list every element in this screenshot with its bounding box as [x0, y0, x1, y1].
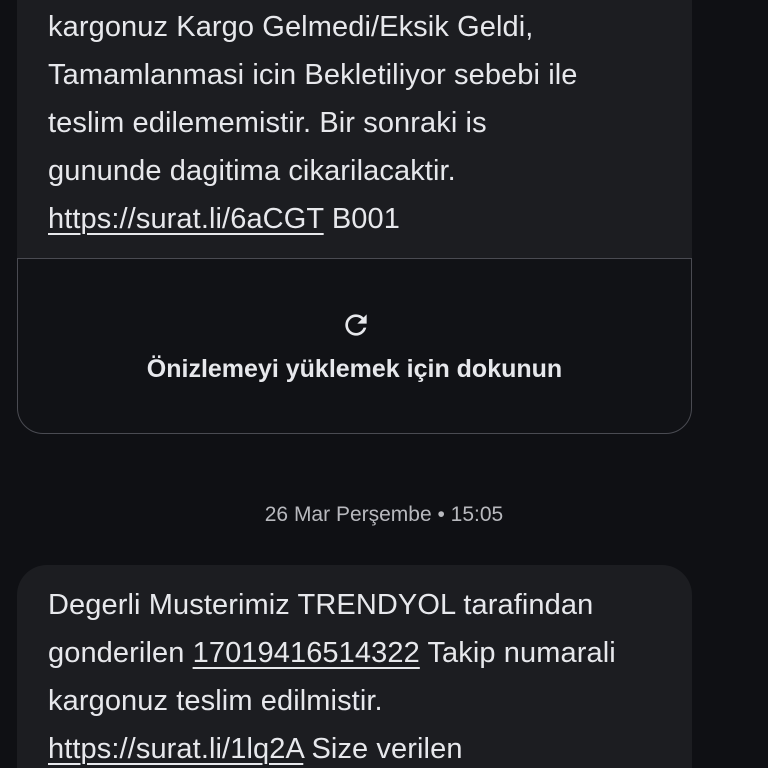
message-line: teslim edilememistir. Bir sonraki is — [48, 107, 487, 139]
message-bubble-bottom[interactable]: Degerli Musterimiz TRENDYOL tarafindan g… — [17, 565, 692, 768]
message-timestamp: 26 Mar Perşembe • 15:05 — [264, 503, 504, 526]
message-text-bottom: Degerli Musterimiz TRENDYOL tarafindan g… — [48, 581, 672, 768]
message-line: Degerli Musterimiz TRENDYOL tarafindan — [48, 589, 594, 621]
message-line: gonderilen 17019416514322 Takip numarali — [48, 629, 672, 677]
message-line: gununde dagitima cikarilacaktir. — [48, 155, 456, 187]
refresh-icon — [345, 314, 367, 336]
message-line: Tamamlanmasi icin Bekletiliyor sebebi il… — [48, 59, 578, 91]
message-link-top[interactable]: https://surat.li/6aCGT — [48, 203, 324, 235]
tracking-number-link[interactable]: 17019416514322 — [193, 637, 420, 669]
message-code: B001 — [323, 203, 400, 235]
message-fragment: Size verilen — [303, 733, 463, 765]
message-fragment: Takip numarali — [419, 637, 616, 669]
preview-load-label: Önizlemeyi yüklemek için dokunun — [146, 355, 563, 383]
message-fragment: gonderilen — [48, 637, 193, 669]
message-line: kargonuz Kargo Gelmedi/Eksik Geldi, — [48, 11, 534, 43]
message-link-bottom[interactable]: https://surat.li/1lq2A — [48, 733, 303, 765]
message-line: kargonuz teslim edilmistir. — [48, 685, 383, 717]
message-line: https://surat.li/6aCGT B001 — [48, 195, 672, 243]
message-bubble-top[interactable]: kargonuz Kargo Gelmedi/Eksik Geldi, Tama… — [17, 0, 692, 260]
message-line: https://surat.li/1lq2A Size verilen — [48, 725, 672, 768]
link-preview-card[interactable]: Önizlemeyi yüklemek için dokunun — [17, 258, 692, 434]
message-text-top: kargonuz Kargo Gelmedi/Eksik Geldi, Tama… — [48, 3, 672, 243]
